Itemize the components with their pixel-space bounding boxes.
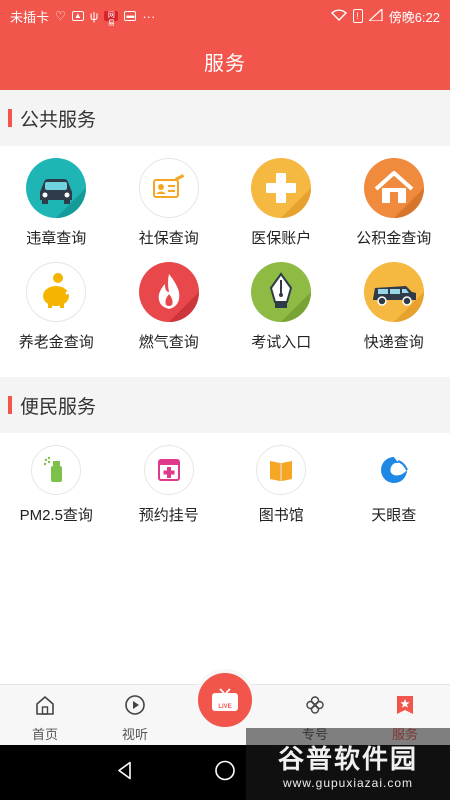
back-icon[interactable] (115, 760, 135, 785)
book-icon (256, 445, 307, 495)
service-label: 公积金查询 (356, 230, 432, 247)
tab-label: 首页 (31, 727, 58, 742)
service-label: 预约挂号 (138, 507, 199, 524)
service-item-pm25[interactable]: PM2.5查询 (0, 433, 113, 537)
watermark-url: www.gupuxiazai.com (282, 775, 414, 790)
id-card-icon (138, 158, 199, 218)
watermark: 谷普软件园 www.gupuxiazai.com (246, 728, 450, 800)
status-left: 未插卡 ♡ ▲ ψ 网易 ▬ ··· (10, 7, 331, 28)
tab-home[interactable]: 首页 (0, 685, 90, 745)
service-label: 燃气查询 (138, 334, 199, 351)
service-item-pension[interactable]: 养老金查询 (0, 250, 113, 354)
usb-icon: ψ (89, 9, 99, 23)
tab-media[interactable]: 视听 (90, 685, 180, 745)
home-circle-icon[interactable] (214, 759, 236, 786)
more-icon: ··· (142, 8, 156, 24)
wifi-icon (330, 8, 347, 24)
watermark-title: 谷普软件园 (277, 743, 418, 774)
app-notification-icon: ▲ (71, 11, 84, 21)
page-title: 服务 (204, 52, 246, 75)
home-icon (34, 694, 56, 721)
section-accent-bar (8, 396, 12, 414)
signal-icon (367, 7, 383, 24)
clock-text: 傍晚6:22 (388, 9, 440, 25)
service-label: 养老金查询 (18, 334, 94, 351)
air-spray-icon (31, 445, 82, 495)
service-item-library[interactable]: 图书馆 (225, 433, 338, 537)
service-item-gas[interactable]: 燃气查询 (113, 250, 226, 354)
service-label: PM2.5查询 (19, 507, 93, 524)
service-label: 医保账户 (251, 230, 312, 247)
service-item-express[interactable]: 快递查询 (338, 250, 450, 354)
pen-nib-icon (251, 262, 312, 322)
status-right: ! 傍晚6:22 (330, 7, 440, 26)
service-label: 快递查询 (363, 334, 424, 351)
carrier-text: 未插卡 (10, 9, 50, 25)
section-header-convenience: 便民服务 (0, 377, 450, 433)
service-label: 违章查询 (26, 230, 87, 247)
tianyan-logo-icon (368, 445, 419, 495)
house-icon (363, 158, 424, 218)
message-icon: ▬ (124, 11, 137, 21)
star-bookmark-icon (394, 694, 416, 721)
live-tv-button[interactable]: LIVE (194, 669, 256, 731)
section-accent-bar (8, 109, 12, 127)
service-item-housing-fund[interactable]: 公积金查询 (338, 146, 450, 250)
service-item-social-security[interactable]: 社保查询 (113, 146, 226, 250)
delivery-van-icon (363, 262, 424, 322)
hospital-plus-icon (143, 445, 194, 495)
section-title: 公共服务 (20, 109, 97, 131)
nav-bar: 服务 (0, 32, 450, 90)
battery-warning-icon: ! (352, 9, 363, 23)
piggy-bank-icon (26, 262, 87, 322)
service-label: 社保查询 (138, 230, 199, 247)
car-icon (26, 158, 87, 218)
flame-icon (138, 262, 199, 322)
play-icon (124, 694, 146, 721)
service-label: 考试入口 (251, 334, 312, 351)
service-item-exam[interactable]: 考试入口 (225, 250, 338, 354)
clover-icon (304, 694, 326, 721)
section-title: 便民服务 (20, 396, 97, 418)
service-item-traffic-violation[interactable]: 违章查询 (0, 146, 113, 250)
convenience-services-grid: PM2.5查询 预约挂号 图书馆 天眼查 (0, 433, 450, 537)
service-label: 天眼查 (371, 507, 417, 524)
service-item-medical-insurance[interactable]: 医保账户 (225, 146, 338, 250)
tab-label: 视听 (121, 727, 148, 742)
status-bar: 未插卡 ♡ ▲ ψ 网易 ▬ ··· ! 傍晚6:22 (0, 0, 450, 32)
heart-icon: ♡ (55, 9, 66, 23)
section-header-public: 公共服务 (0, 90, 450, 146)
news-badge-icon: 网易 (104, 11, 119, 27)
service-label: 图书馆 (258, 507, 304, 524)
service-item-tianyancha[interactable]: 天眼查 (338, 433, 450, 537)
service-item-appointment[interactable]: 预约挂号 (113, 433, 226, 537)
live-badge: LIVE (218, 704, 232, 710)
public-services-grid: 违章查询 社保查询 医保账户 公积金查询 养老金查询 燃气查询 考试入口 快递查… (0, 146, 450, 354)
medical-cross-icon (251, 158, 312, 218)
